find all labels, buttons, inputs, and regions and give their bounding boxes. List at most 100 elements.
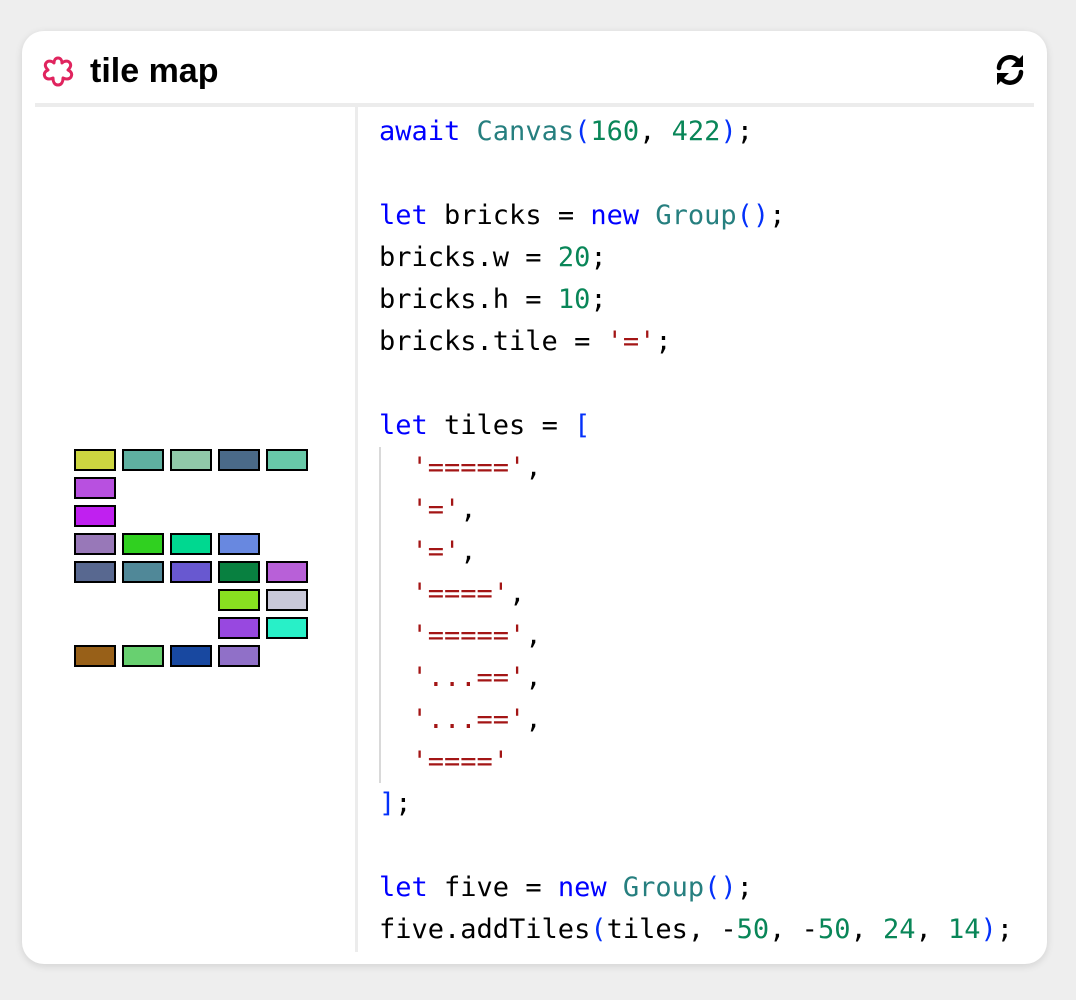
code-token: , [915, 914, 948, 945]
code-token: 50 [817, 914, 851, 945]
code-token: () [736, 200, 770, 231]
code-line: ]; [379, 783, 1039, 825]
code-token: , [525, 704, 542, 735]
code-token: , [525, 452, 542, 483]
code-token: new [590, 200, 640, 231]
brick-tile [218, 589, 260, 611]
code-token: 422 [671, 116, 721, 147]
indent-guide [379, 531, 381, 573]
brick-tile [122, 561, 164, 583]
code-line: '...==', [379, 699, 1039, 741]
code-token: , [850, 914, 883, 945]
brick-tile [122, 533, 164, 555]
code-editor[interactable]: await Canvas(160, 422); let bricks = new… [379, 111, 1039, 951]
code-token: ( [590, 914, 607, 945]
code-token: '=' [606, 326, 656, 357]
code-token: ; [590, 242, 607, 273]
code-token: bricks.h = [379, 284, 558, 315]
code-token: five = [427, 872, 558, 903]
code-token: '=' [411, 536, 461, 567]
brick-tile [218, 449, 260, 471]
code-token: 14 [948, 914, 981, 945]
brick-tile [170, 645, 212, 667]
code-token: let [379, 410, 428, 441]
brick-tile [266, 617, 308, 639]
code-token: '=====' [411, 452, 526, 483]
code-token: Canvas [476, 116, 575, 147]
code-token: '=====' [411, 620, 526, 651]
code-token: ; [736, 872, 753, 903]
code-token: 20 [557, 242, 591, 273]
code-line: '=', [379, 489, 1039, 531]
indent-guide [379, 741, 381, 783]
indent-guide [379, 699, 381, 741]
code-line: await Canvas(160, 422); [379, 111, 1039, 153]
brick-tile [74, 505, 116, 527]
code-line: '=====', [379, 447, 1039, 489]
code-line: let five = new Group(); [379, 867, 1039, 909]
code-token: () [704, 872, 737, 903]
brick-tile [122, 449, 164, 471]
code-token: let [379, 872, 428, 903]
code-token: , [525, 620, 542, 651]
code-token: 160 [590, 116, 640, 147]
code-token: [ [574, 410, 591, 441]
code-line: bricks.tile = '='; [379, 321, 1039, 363]
refresh-icon[interactable] [992, 52, 1028, 88]
code-token: ; [655, 326, 672, 357]
code-line: five.addTiles(tiles, -50, -50, 24, 14); [379, 909, 1039, 951]
code-token: , - [769, 914, 818, 945]
indent-guide [379, 489, 381, 531]
code-token: , [525, 662, 542, 693]
code-token: ; [736, 116, 753, 147]
code-line: '=====', [379, 615, 1039, 657]
brick-tile [170, 561, 212, 583]
code-token: 10 [557, 284, 591, 315]
code-line: '====' [379, 741, 1039, 783]
code-token: ; [395, 788, 412, 819]
brick-tile [170, 533, 212, 555]
code-token: let [379, 200, 428, 231]
code-token: 24 [882, 914, 916, 945]
sketch-card: tile map await Canvas(160, 422); let bri… [22, 31, 1047, 964]
code-token: bricks = [427, 200, 591, 231]
code-line: '====', [379, 573, 1039, 615]
code-line: '=', [379, 531, 1039, 573]
card-header: tile map [22, 31, 1047, 105]
code-token: ; [996, 914, 1014, 945]
indent-guide [379, 573, 381, 615]
code-token: new [557, 872, 607, 903]
code-token: , [460, 494, 477, 525]
brick-tile [170, 449, 212, 471]
brick-tile [74, 449, 116, 471]
code-line: let tiles = [ [379, 405, 1039, 447]
code-token: ( [574, 116, 591, 147]
code-token: await [379, 116, 461, 147]
code-token: ; [590, 284, 607, 315]
code-token: tiles, - [606, 914, 737, 945]
code-token: , [509, 578, 526, 609]
sketch-canvas[interactable] [22, 107, 355, 964]
code-token: ; [769, 200, 786, 231]
flower-icon [42, 56, 74, 87]
indent-guide [379, 657, 381, 699]
code-token: '...==' [411, 662, 526, 693]
code-token: Group [655, 200, 737, 231]
brick-tile [74, 645, 116, 667]
code-line: let bricks = new Group(); [379, 195, 1039, 237]
indent-guide [379, 615, 381, 657]
code-token: bricks.tile = [379, 326, 607, 357]
pane-divider[interactable] [355, 107, 358, 952]
code-token: ) [980, 914, 997, 945]
brick-tile [74, 561, 116, 583]
